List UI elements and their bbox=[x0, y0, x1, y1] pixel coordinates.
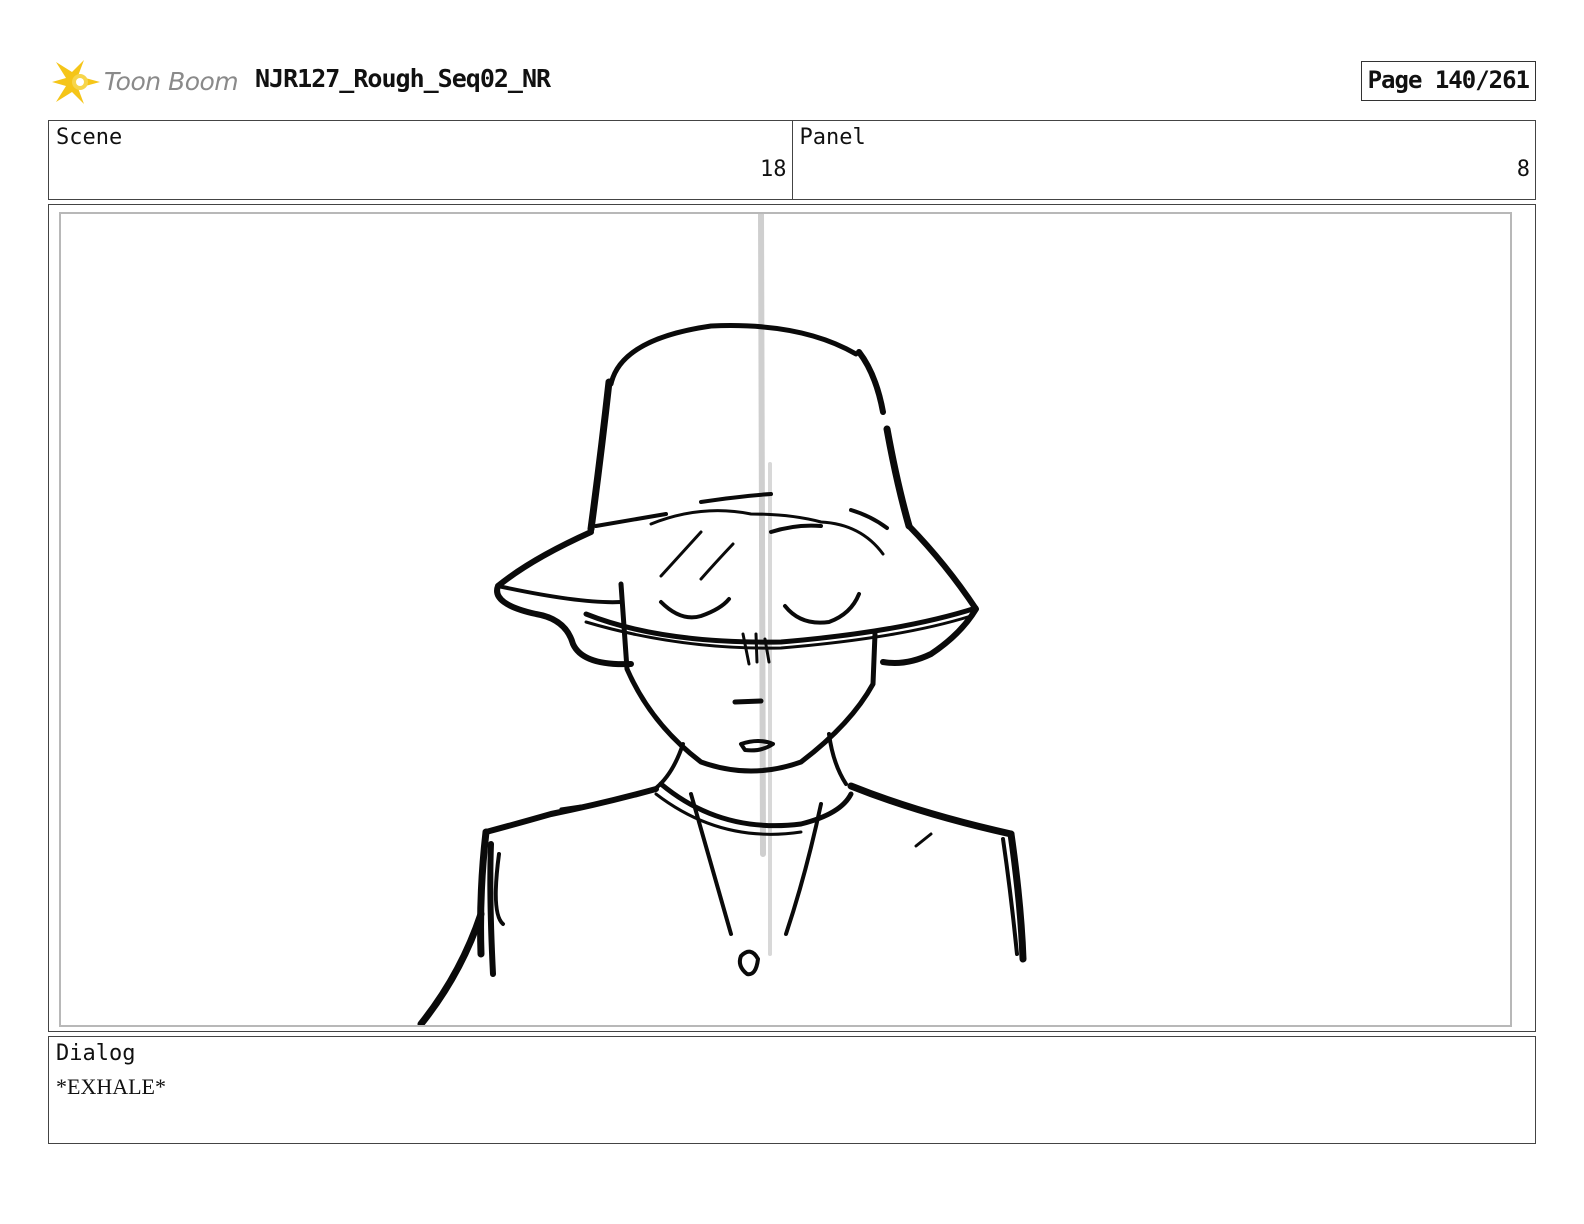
logo-text: Toon Boom bbox=[104, 67, 239, 96]
page-indicator: Page 140/261 bbox=[1360, 61, 1536, 101]
toon-boom-star-icon bbox=[52, 60, 100, 104]
panel-label: Panel bbox=[799, 125, 866, 150]
character-sketch-icon bbox=[417, 214, 1027, 1025]
project-title: NJR127_Rough_Seq02_NR bbox=[255, 64, 551, 93]
scene-cell: Scene 18 bbox=[49, 121, 792, 199]
dialog-box: Dialog *EXHALE* bbox=[48, 1036, 1536, 1144]
panel-number: 8 bbox=[1516, 157, 1530, 182]
dialog-label: Dialog bbox=[56, 1041, 136, 1066]
panel-cell: Panel 8 bbox=[791, 121, 1536, 199]
storyboard-panel bbox=[48, 204, 1536, 1032]
scene-label: Scene bbox=[56, 125, 123, 150]
scene-panel-info: Scene 18 Panel 8 bbox=[48, 120, 1536, 200]
toon-boom-logo: Toon Boom bbox=[50, 56, 240, 108]
page-header: Toon Boom NJR127_Rough_Seq02_NR Page 140… bbox=[50, 52, 1536, 108]
scene-number: 18 bbox=[760, 157, 787, 182]
dialog-text: *EXHALE* bbox=[56, 1074, 166, 1099]
panel-camera-frame bbox=[59, 212, 1512, 1027]
